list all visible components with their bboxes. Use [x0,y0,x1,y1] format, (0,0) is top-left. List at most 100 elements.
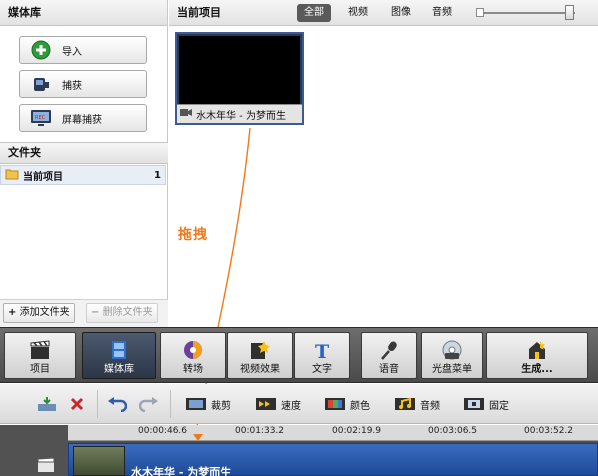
crop-button[interactable]: 裁剪 [185,394,231,414]
microphone-icon [377,339,401,361]
screen-record-icon: REC [30,107,52,129]
screen-capture-button[interactable]: REC 屏幕捕获 [19,104,147,132]
filter-video[interactable]: 视频 [341,4,375,22]
ruler-tick-label: 00:03:06.5 [428,426,478,436]
capture-button[interactable]: 捕获 [19,70,147,98]
redo-icon [138,396,160,412]
svg-text:T: T [315,341,329,361]
zoom-slider-thumb[interactable] [565,5,574,20]
color-label: 颜色 [350,400,370,412]
toolbar-voice-label: 语音 [379,364,399,375]
delete-folder-label: 删除文件夹 [102,307,153,318]
import-button[interactable]: 导入 [19,36,147,64]
import-label: 导入 [62,46,82,58]
toolbar-media-label: 媒体库 [104,364,134,375]
text-icon: T [310,339,334,361]
toolbar-separator [170,390,171,418]
timeline-clip-thumbnail [73,446,125,476]
audio-button[interactable]: 音频 [394,394,440,414]
folder-item-current-project[interactable]: 当前项目 1 [0,165,166,185]
toolbar-transition-button[interactable]: 转场 [160,332,226,379]
add-folder-button[interactable]: + 添加文件夹 [3,303,75,323]
insert-clip-button[interactable] [36,394,62,414]
export-icon [525,339,549,361]
audio-icon [394,396,416,412]
project-title: 当前项目 [177,6,221,19]
capture-label: 捕获 [62,80,82,92]
folder-actions: + 添加文件夹 − 删除文件夹 [0,299,168,327]
folder-icon [5,168,19,183]
toolbar-effects-button[interactable]: 视频效果 [227,332,293,379]
speed-button[interactable]: 速度 [255,394,301,414]
folder-item-count: 1 [154,169,161,181]
track-header [0,425,68,476]
timeline-ruler[interactable]: 00:00:46.6 00:01:33.2 00:02:19.9 00:03:0… [68,425,598,441]
redo-button[interactable] [138,394,164,414]
freeze-button[interactable]: 固定 [463,394,509,414]
toolbar-export-label: 生成... [521,364,553,375]
toolbar-text-label: 文字 [312,364,332,375]
effects-icon [248,339,272,361]
add-icon [30,39,52,61]
toolbar-voice-button[interactable]: 语音 [361,332,417,379]
crop-label: 裁剪 [211,400,231,412]
freeze-icon [463,396,485,412]
toolbar-project-button[interactable]: 项目 [4,332,76,379]
speed-icon [255,396,277,412]
undo-icon [106,396,128,412]
clapper-icon [28,339,52,361]
delete-icon [66,396,88,412]
clip-preview [179,36,300,104]
toolbar-separator [97,390,98,418]
main-toolbar: 项目 媒体库 转场 视频效果 T 文字 语音 光盘菜单 生成... [0,327,598,383]
ruler-tick-label: 00:03:52.2 [524,426,574,436]
drag-hint-label: 拖拽 [178,227,208,243]
filter-audio[interactable]: 音频 [425,4,459,22]
minus-icon: − [91,307,100,318]
film-strip-icon [107,339,131,361]
filter-all[interactable]: 全部 [297,4,331,22]
disc-icon [440,339,464,361]
undo-button[interactable] [106,394,132,414]
speed-label: 速度 [281,400,301,412]
project-header: 当前项目 全部 视频 图像 音频 [169,0,598,26]
media-library-panel: 媒体库 导入 捕获 REC 屏幕捕获 文件夹 当前项目 1 + 添加文件夹 − [0,0,168,327]
freeze-label: 固定 [489,400,509,412]
ruler-tick-label: 00:02:19.9 [332,426,382,436]
filter-image[interactable]: 图像 [384,4,418,22]
svg-text:REC: REC [35,115,46,121]
color-icon [324,396,346,412]
toolbar-disc-menu-label: 光盘菜单 [432,364,472,375]
timeline-clip[interactable]: 水木年华 - 为梦而生 [68,443,598,476]
screen-capture-label: 屏幕捕获 [62,114,102,126]
media-library-title: 媒体库 [0,0,167,26]
edit-toolbar: 裁剪 速度 颜色 音频 固定 [0,384,598,424]
color-button[interactable]: 颜色 [324,394,370,414]
folders-title: 文件夹 [0,142,168,164]
crop-icon [185,396,207,412]
media-clip-card[interactable]: 水木年华 - 为梦而生 [175,32,304,125]
toolbar-export-button[interactable]: 生成... [486,332,588,379]
camcorder-icon [30,73,52,95]
video-track-icon [36,457,58,476]
plus-icon: + [8,307,17,318]
transition-icon [181,339,205,361]
toolbar-media-button[interactable]: 媒体库 [82,332,156,379]
add-folder-label: 添加文件夹 [19,307,70,318]
insert-clip-icon [36,396,58,412]
zoom-slider[interactable] [483,12,575,14]
toolbar-transition-label: 转场 [183,364,203,375]
timeline: 00:00:46.6 00:01:33.2 00:02:19.9 00:03:0… [0,425,598,476]
toolbar-disc-menu-button[interactable]: 光盘菜单 [421,332,483,379]
toolbar-effects-label: 视频效果 [240,364,280,375]
playhead-marker[interactable] [193,434,203,441]
ruler-tick-label: 00:00:46.6 [138,426,188,436]
ruler-tick-label: 00:01:33.2 [235,426,285,436]
video-icon [180,108,192,120]
delete-clip-button[interactable] [66,394,92,414]
audio-label: 音频 [420,400,440,412]
toolbar-text-button[interactable]: T 文字 [294,332,350,379]
folder-item-label: 当前项目 [23,171,63,183]
timeline-clip-title: 水木年华 - 为梦而生 [131,466,232,476]
delete-folder-button[interactable]: − 删除文件夹 [86,303,158,323]
